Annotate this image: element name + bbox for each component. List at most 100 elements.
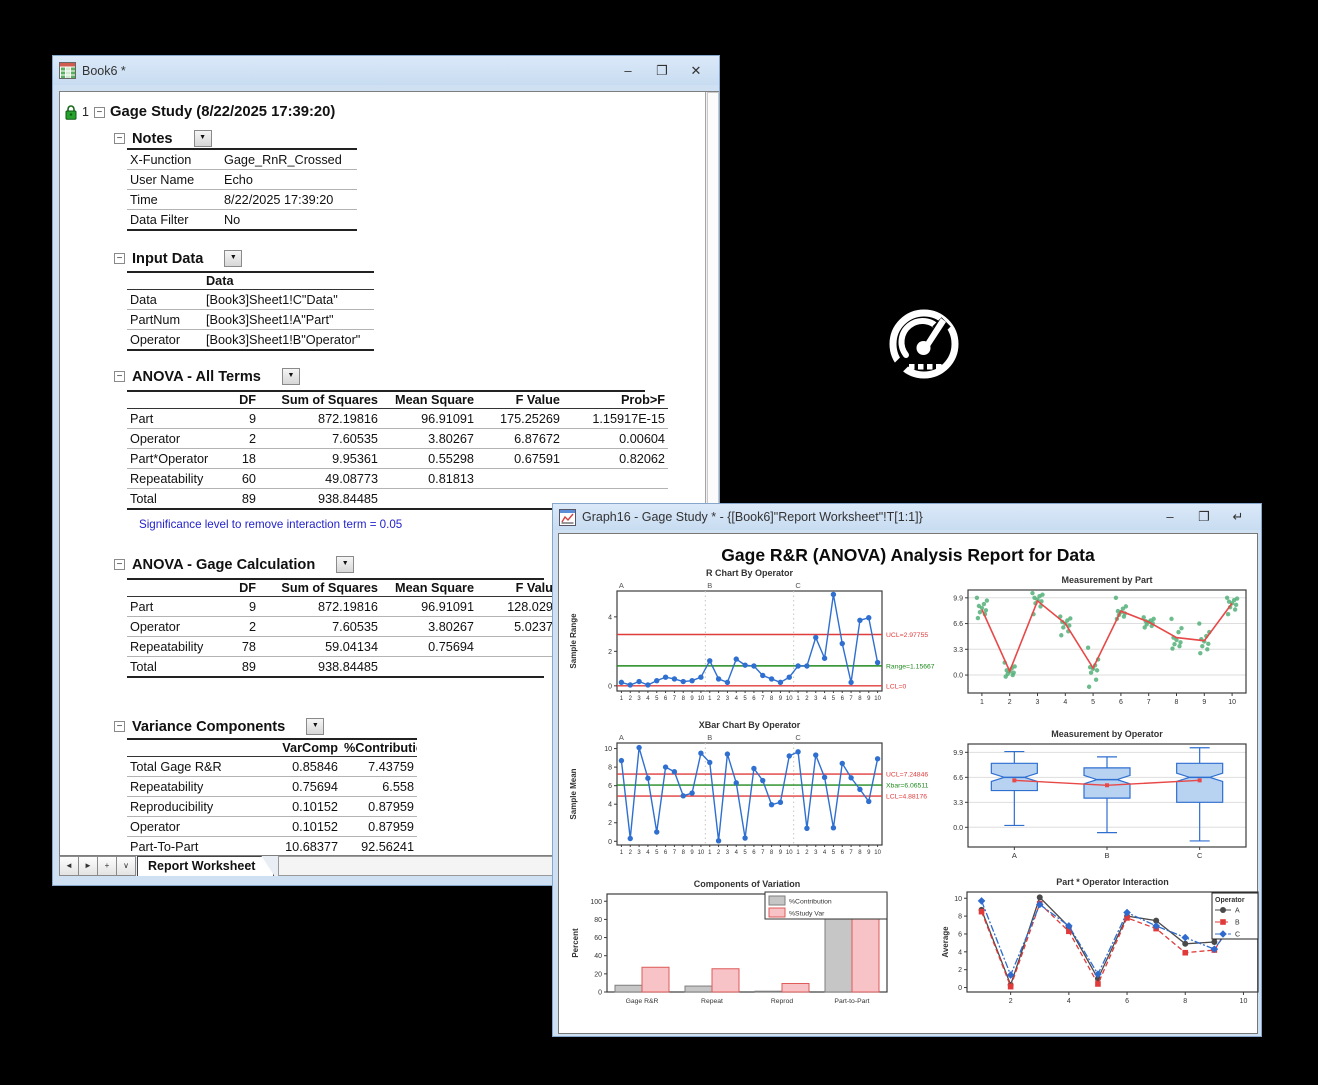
svg-text:2: 2 bbox=[1008, 699, 1012, 706]
tab-scroll-left-button[interactable]: ◄ bbox=[59, 856, 79, 876]
gauge-icon bbox=[884, 305, 964, 385]
svg-text:1: 1 bbox=[796, 696, 800, 702]
svg-text:C: C bbox=[795, 581, 801, 590]
svg-text:20: 20 bbox=[594, 971, 602, 978]
section-header-input-data: Input Data bbox=[114, 250, 242, 267]
anova-all-terms-table[interactable]: DFSum of SquaresMean SquareF ValueProb>F… bbox=[127, 390, 645, 510]
input-data-table[interactable]: DataData[Book3]Sheet1!C"Data"PartNum[Boo… bbox=[127, 271, 374, 351]
svg-text:4: 4 bbox=[735, 850, 739, 856]
section-dropdown-button[interactable] bbox=[282, 368, 300, 385]
svg-text:60: 60 bbox=[594, 935, 602, 942]
minimize-icon[interactable]: – bbox=[611, 60, 645, 82]
svg-text:8: 8 bbox=[858, 850, 862, 856]
svg-text:B: B bbox=[707, 581, 712, 590]
collapse-icon[interactable] bbox=[114, 371, 125, 382]
svg-text:UCL=7.24846: UCL=7.24846 bbox=[886, 772, 928, 779]
svg-text:9: 9 bbox=[867, 696, 871, 702]
svg-text:10: 10 bbox=[954, 896, 962, 903]
svg-text:0.0: 0.0 bbox=[953, 825, 963, 832]
svg-text:7: 7 bbox=[849, 696, 853, 702]
svg-text:A: A bbox=[1235, 908, 1240, 915]
svg-text:Average: Average bbox=[941, 926, 950, 958]
svg-text:6: 6 bbox=[664, 850, 668, 856]
section-header-anova-gage: ANOVA - Gage Calculation bbox=[114, 556, 354, 573]
collapse-icon[interactable] bbox=[94, 107, 105, 118]
graph-page[interactable]: Gage R&R (ANOVA) Analysis Report for Dat… bbox=[558, 533, 1258, 1034]
chart-interaction[interactable]: Part * Operator Interaction0246810Averag… bbox=[937, 878, 1264, 1018]
svg-text:3: 3 bbox=[726, 696, 730, 702]
svg-text:6: 6 bbox=[1125, 998, 1129, 1005]
svg-text:5: 5 bbox=[655, 850, 659, 856]
chart-xbar-chart[interactable]: XBar Chart By Operator0246810Sample Mean… bbox=[565, 719, 960, 871]
section-dropdown-button[interactable] bbox=[194, 130, 212, 147]
maximize-icon[interactable]: ❐ bbox=[1187, 506, 1221, 528]
svg-text:Xbar=6.06511: Xbar=6.06511 bbox=[886, 783, 929, 790]
book-titlebar[interactable]: Book6 * – ❐ ✕ bbox=[53, 56, 719, 85]
svg-text:4: 4 bbox=[823, 850, 827, 856]
svg-text:2: 2 bbox=[629, 696, 633, 702]
svg-text:Measurement by Part: Measurement by Part bbox=[1061, 575, 1152, 585]
svg-text:2: 2 bbox=[717, 696, 721, 702]
collapse-icon[interactable] bbox=[114, 721, 125, 732]
svg-text:C: C bbox=[795, 733, 801, 742]
svg-text:40: 40 bbox=[594, 953, 602, 960]
svg-text:XBar Chart By Operator: XBar Chart By Operator bbox=[699, 720, 801, 730]
sheet-list-button[interactable]: ∨ bbox=[116, 856, 136, 876]
chart-meas-op[interactable]: Measurement by Operator0.03.36.69.9ABC bbox=[942, 724, 1254, 869]
svg-text:10: 10 bbox=[698, 696, 705, 702]
variance-components-table[interactable]: VarComp%ContributionTotal Gage R&R0.8584… bbox=[127, 738, 417, 855]
chart-meas-part[interactable]: Measurement by Part0.03.36.69.9123456789… bbox=[942, 570, 1254, 717]
svg-text:6: 6 bbox=[841, 850, 845, 856]
svg-text:10: 10 bbox=[874, 696, 881, 702]
svg-text:B: B bbox=[707, 733, 712, 742]
svg-text:C: C bbox=[1197, 851, 1203, 860]
svg-text:0.0: 0.0 bbox=[953, 673, 963, 680]
svg-text:6.6: 6.6 bbox=[953, 621, 963, 628]
svg-text:1: 1 bbox=[708, 850, 712, 856]
svg-text:4: 4 bbox=[608, 802, 612, 809]
svg-text:0: 0 bbox=[958, 985, 962, 992]
svg-text:3: 3 bbox=[1036, 699, 1040, 706]
section-dropdown-button[interactable] bbox=[336, 556, 354, 573]
collapse-icon[interactable] bbox=[114, 253, 125, 264]
svg-text:6.6: 6.6 bbox=[953, 775, 963, 782]
section-header-anova-all-terms: ANOVA - All Terms bbox=[114, 368, 300, 385]
svg-text:9: 9 bbox=[867, 850, 871, 856]
svg-text:Operator: Operator bbox=[1215, 897, 1245, 904]
collapse-icon[interactable] bbox=[114, 133, 125, 144]
svg-text:2: 2 bbox=[958, 967, 962, 974]
add-sheet-button[interactable]: + bbox=[97, 856, 117, 876]
chart-r-chart[interactable]: R Chart By Operator024Sample RangeABCUCL… bbox=[565, 567, 960, 717]
graph-titlebar[interactable]: Graph16 - Gage Study * - {[Book6]"Report… bbox=[553, 504, 1261, 530]
svg-text:7: 7 bbox=[673, 850, 677, 856]
svg-text:Percent: Percent bbox=[571, 928, 580, 958]
chart-layer: R Chart By Operator024Sample RangeABCUCL… bbox=[559, 534, 1257, 1033]
svg-text:7: 7 bbox=[849, 850, 853, 856]
svg-text:8: 8 bbox=[1183, 998, 1187, 1005]
svg-text:Components of Variation: Components of Variation bbox=[694, 880, 801, 889]
svg-text:3: 3 bbox=[814, 696, 818, 702]
svg-text:8: 8 bbox=[682, 696, 686, 702]
maximize-icon[interactable]: ❐ bbox=[645, 60, 679, 82]
svg-text:B: B bbox=[1235, 920, 1240, 927]
tab-scroll-right-button[interactable]: ► bbox=[78, 856, 98, 876]
svg-text:%Contribution: %Contribution bbox=[789, 899, 832, 906]
tab-report-worksheet[interactable]: Report Worksheet bbox=[137, 856, 274, 876]
close-icon[interactable]: ✕ bbox=[679, 60, 713, 82]
svg-text:4: 4 bbox=[646, 696, 650, 702]
svg-text:2: 2 bbox=[717, 850, 721, 856]
section-dropdown-button[interactable] bbox=[224, 250, 242, 267]
svg-text:Repeat: Repeat bbox=[701, 998, 723, 1005]
minimize-icon[interactable]: – bbox=[1153, 506, 1187, 528]
chart-cov[interactable]: Components of Variation020406080100Perce… bbox=[567, 880, 897, 1018]
anova-gage-table[interactable]: DFSum of SquaresMean SquareF ValuePart98… bbox=[127, 578, 544, 678]
notes-table[interactable]: X-FunctionGage_RnR_CrossedUser NameEchoT… bbox=[127, 148, 357, 231]
svg-text:C: C bbox=[1235, 932, 1240, 939]
section-dropdown-button[interactable] bbox=[306, 718, 324, 735]
restore-icon[interactable]: ↵ bbox=[1221, 506, 1255, 528]
svg-text:1: 1 bbox=[620, 850, 624, 856]
collapse-icon[interactable] bbox=[114, 559, 125, 570]
svg-text:6: 6 bbox=[752, 696, 756, 702]
svg-text:9: 9 bbox=[1202, 699, 1206, 706]
section-header-variance-components: Variance Components bbox=[114, 718, 324, 735]
